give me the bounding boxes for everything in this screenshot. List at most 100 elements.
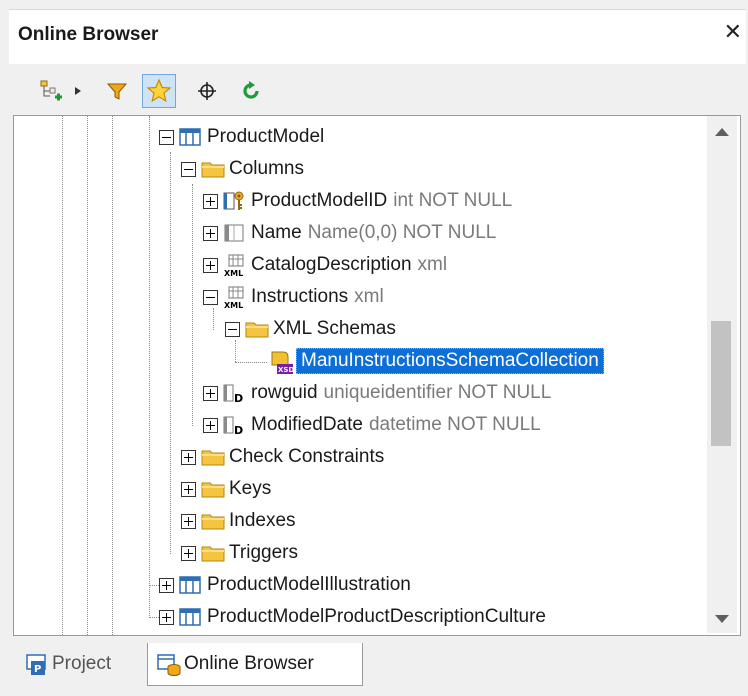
svg-text:D: D [234,424,243,436]
online-browser-icon [156,653,181,676]
panel-tabs: P Project Online Browser [0,643,748,696]
tree-node-detail: datetime NOT NULL [368,414,541,435]
folder-icon [201,446,225,468]
project-icon: P [24,653,46,675]
close-icon[interactable]: ✕ [724,21,742,43]
expand-icon[interactable] [159,609,174,625]
tree-node-label: Columns [229,158,304,179]
expand-icon[interactable] [181,545,196,561]
tab-label: Project [52,653,112,674]
tree-node-manuinstructionsschemacollection[interactable]: XSD ManuInstructionsSchemaCollection [268,346,604,376]
tab-label: Online Browser [184,653,314,674]
tree-node-instructions[interactable]: XML Instructions xml [203,282,384,312]
svg-text:D: D [234,392,243,404]
expand-icon[interactable] [181,481,196,497]
expand-icon[interactable] [203,257,218,273]
tree-node-xml-schemas[interactable]: XML Schemas [225,314,396,344]
tree-node-detail: xml [417,254,448,275]
tree-guide-line [87,116,88,635]
panel-title: Online Browser [18,24,159,45]
tree-node-label: Name [251,222,302,243]
default-column-icon: D [223,414,245,437]
folder-icon [201,158,225,180]
favorites-star-icon[interactable] [142,74,176,108]
tree-guide-line [170,152,171,554]
tree-node-label: Keys [229,478,272,499]
tab-project[interactable]: P Project [20,644,140,684]
tree-node-label: Check Constraints [229,446,385,467]
expand-icon[interactable] [203,385,218,401]
tree-node-rowguid[interactable]: D rowguid uniqueidentifier NOT NULL [203,378,551,408]
collapse-icon[interactable] [159,129,174,145]
tree-node-detail: xml [354,286,384,307]
tree-node-label: Indexes [229,510,296,531]
tree-node-indexes[interactable]: Indexes [181,506,296,536]
tree-node-label: CatalogDescription [251,254,412,275]
tree-node-label: ProductModelIllustration [207,574,411,595]
expand-icon[interactable] [181,513,196,529]
tree-guide-line [62,116,63,635]
tree-node-keys[interactable]: Keys [181,474,271,504]
tree-node-productmodelillustration[interactable]: ProductModelIllustration [159,570,411,600]
tree-node-detail: uniqueidentifier NOT NULL [323,382,552,403]
folder-icon [245,318,269,340]
expand-icon[interactable] [203,193,218,209]
filter-icon[interactable] [101,75,133,107]
scroll-down-arrow-icon[interactable] [715,615,729,623]
folder-icon [201,478,225,500]
refresh-icon[interactable] [235,75,267,107]
collapse-icon[interactable] [181,161,196,177]
tree-node-productmodelid[interactable]: ProductModelID int NOT NULL [203,186,512,216]
tree-guide-line [112,116,113,635]
tree-node-check-constraints[interactable]: Check Constraints [181,442,384,472]
tree-node-modifieddate[interactable]: D ModifiedDate datetime NOT NULL [203,410,541,440]
tree-node-label: ProductModelProductDescriptionCulture [207,606,546,627]
expand-icon[interactable] [181,449,196,465]
tree-node-label: rowguid [251,382,318,403]
table-icon [179,126,201,148]
xml-column-icon: XML [223,286,245,310]
tree-node-catalogdescription[interactable]: XML CatalogDescription xml [203,250,447,280]
collapse-icon[interactable] [203,289,218,305]
tree-node-detail: Name(0,0) NOT NULL [307,222,497,243]
xml-column-icon: XML [223,254,245,278]
add-object-icon[interactable] [35,75,67,107]
tree-guide-line [235,362,267,363]
table-icon [179,606,201,628]
expand-icon[interactable] [159,577,174,593]
online-browser-panel: Online Browser ✕ ProductModel Columns Pr… [0,0,748,696]
scroll-up-arrow-icon[interactable] [715,128,729,136]
tree-node-label: Instructions [251,286,349,307]
folder-icon [201,510,225,532]
vertical-scrollbar[interactable] [707,116,737,633]
scrollbar-thumb[interactable] [711,321,731,446]
collapse-icon[interactable] [225,321,240,337]
tab-online-browser[interactable]: Online Browser [147,643,363,686]
primary-key-column-icon [223,190,245,212]
column-icon [223,222,245,244]
tree-node-detail: int NOT NULL [393,190,513,211]
tree-node-label: ProductModel [207,126,325,147]
panel-titlebar: Online Browser ✕ [9,9,746,64]
tree-node-columns[interactable]: Columns [181,154,304,184]
table-icon [179,574,201,596]
svg-text:XML: XML [224,301,243,310]
folder-icon [201,542,225,564]
tree-guide-line [149,116,150,616]
tree-node-name[interactable]: Name Name(0,0) NOT NULL [203,218,496,248]
expand-icon[interactable] [203,417,218,433]
svg-text:XML: XML [224,269,243,278]
tree-node-triggers[interactable]: Triggers [181,538,298,568]
svg-text:P: P [34,664,41,675]
tree-node-label: ProductModelID [251,190,388,211]
tree-node-productmodelproductdescriptionculture[interactable]: ProductModelProductDescriptionCulture [159,602,546,632]
tree-view[interactable]: ProductModel Columns ProductModelID int … [13,115,741,636]
default-column-icon: D [223,382,245,405]
expand-icon[interactable] [203,225,218,241]
tree-node-label: ModifiedDate [251,414,363,435]
locate-crosshair-icon[interactable] [191,75,223,107]
dropdown-arrow-icon[interactable] [71,75,85,107]
tree-node-label: Triggers [229,542,298,563]
tree-node-label: ManuInstructionsSchemaCollection [296,348,604,374]
tree-node-productmodel[interactable]: ProductModel [159,122,324,152]
